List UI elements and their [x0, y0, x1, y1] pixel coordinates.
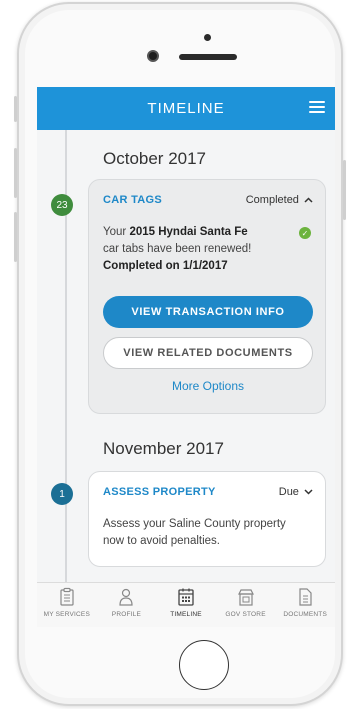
tab-profile[interactable]: PROFILE: [97, 583, 157, 627]
chevron-up-icon: [304, 197, 313, 203]
volume-down-button: [14, 212, 17, 262]
tab-documents[interactable]: DOCUMENTS: [275, 583, 335, 627]
card-text-line: Your 2015 Hyndai Santa Fe: [103, 226, 248, 238]
check-icon: ✓: [299, 227, 311, 239]
earpiece-speaker: [179, 54, 237, 60]
assess-property-card[interactable]: ASSESS PROPERTY Due Assess your Saline C…: [88, 471, 326, 567]
completion-date: Completed on 1/1/2017: [103, 260, 228, 272]
mute-switch: [14, 96, 17, 122]
tab-label: DOCUMENTS: [283, 611, 328, 618]
view-related-documents-button[interactable]: VIEW RELATED DOCUMENTS: [103, 337, 313, 369]
tab-label: PROFILE: [111, 611, 141, 618]
tab-label: TIMELINE: [170, 611, 202, 618]
clipboard-icon: [60, 587, 74, 606]
card-title: ASSESS PROPERTY: [103, 486, 216, 498]
home-button[interactable]: [179, 640, 229, 690]
bottom-tab-bar: MY SERVICES PROFILE TIMELINE GOV STORE D…: [37, 582, 335, 627]
status-toggle[interactable]: Completed: [246, 194, 313, 206]
app-header: TIMELINE: [37, 87, 335, 130]
person-icon: [119, 588, 133, 606]
tab-label: MY SERVICES: [43, 611, 90, 618]
tab-label: GOV STORE: [225, 611, 266, 618]
status-label: Due: [278, 486, 299, 498]
tab-gov-store[interactable]: GOV STORE: [216, 583, 276, 627]
count-badge: 23: [51, 194, 73, 216]
app-screen: TIMELINE October 2017 23 CAR TAGS Comple…: [37, 87, 335, 627]
more-options-link[interactable]: More Options: [89, 379, 327, 393]
card-text-line: car tabs have been renewed!: [103, 243, 252, 255]
card-text-line: Assess your Saline County property: [103, 518, 286, 530]
proximity-sensor: [204, 34, 211, 41]
chevron-down-icon: [304, 489, 313, 495]
month-heading: November 2017: [103, 439, 224, 458]
storefront-icon: [237, 589, 254, 606]
count-badge: 1: [51, 483, 73, 505]
card-text-line: now to avoid penalties.: [103, 535, 220, 547]
hamburger-menu-icon[interactable]: [309, 101, 325, 115]
front-camera: [147, 50, 159, 62]
page-title: TIMELINE: [147, 100, 225, 117]
card-title: CAR TAGS: [103, 194, 163, 206]
document-icon: [299, 588, 312, 606]
month-heading: October 2017: [103, 149, 207, 168]
car-tags-card[interactable]: CAR TAGS Completed ✓ Your 2015 Hyndai Sa…: [88, 179, 326, 414]
power-button: [343, 160, 346, 220]
volume-up-button: [14, 148, 17, 198]
calendar-icon: [178, 588, 194, 606]
status-toggle[interactable]: Due: [279, 486, 313, 498]
status-label: Completed: [245, 194, 299, 206]
view-transaction-info-button[interactable]: VIEW TRANSACTION INFO: [103, 296, 313, 328]
tab-my-services[interactable]: MY SERVICES: [37, 583, 97, 627]
tab-timeline[interactable]: TIMELINE: [156, 583, 216, 627]
